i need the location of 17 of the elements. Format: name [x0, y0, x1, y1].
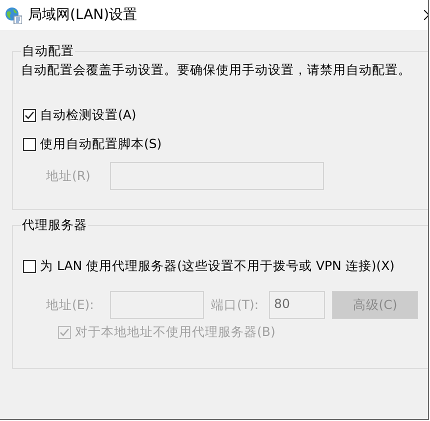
close-icon[interactable] [424, 10, 428, 20]
field-label: 地址(E): [46, 296, 95, 314]
field-label: 地址(R) [46, 168, 92, 184]
window-title: 局域网(LAN)设置 [28, 6, 138, 24]
checkbox-label: 自动检测设置(A) [40, 107, 136, 124]
checkbox-label: 使用自动配置脚本(S) [40, 136, 162, 153]
checkbox[interactable] [23, 260, 36, 273]
checkbox-label: 为 LAN 使用代理服务器(这些设置不用于拨号或 VPN 连接)(X) [40, 258, 395, 275]
globe-icon [5, 6, 22, 24]
checkbox[interactable] [23, 109, 36, 122]
group-title: 自动配置 [21, 43, 75, 59]
checkbox[interactable] [23, 138, 36, 151]
group-title: 代理服务器 [21, 217, 88, 233]
description-text: 自动配置会覆盖手动设置。要确保使用手动设置，请禁用自动配置。 [21, 62, 412, 79]
address-field[interactable] [110, 162, 324, 190]
checkbox-label: 对于本地地址不使用代理服务器(B) [75, 324, 276, 341]
field-label: 端口(T): [211, 296, 260, 314]
